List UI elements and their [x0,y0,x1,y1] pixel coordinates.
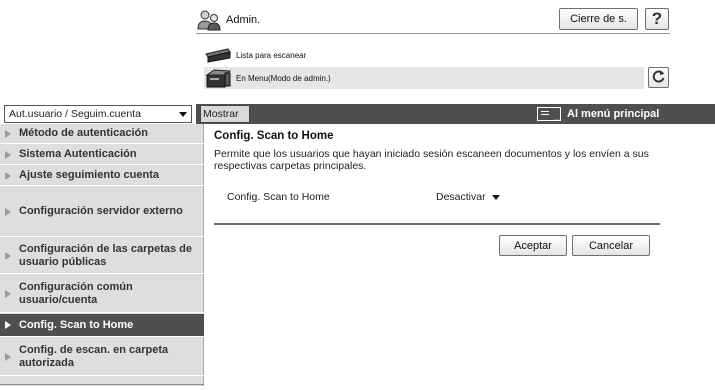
sidebar-item-label: Config. de escan. en carpeta autorizada [19,343,169,369]
ok-button[interactable]: Aceptar [499,235,567,256]
refresh-button[interactable] [648,67,669,88]
sidebar: Método de autenticación Sistema Autentic… [0,124,204,386]
mode-select-value: Aut.usuario / Seguim.cuenta [9,108,141,120]
chevron-down-icon [492,195,500,200]
sidebar-item-label: Config. Scan to Home [19,318,134,331]
triangle-right-icon [5,251,11,260]
scanner-status: Lista para escanear [204,44,504,66]
sidebar-item-label: Configuración servidor externo [19,205,183,217]
page-title: Config. Scan to Home [214,130,334,142]
printer-icon [204,69,232,88]
scanner-status-text: Lista para escanear [236,50,307,60]
sidebar-item-carpetas-publicas[interactable]: Configuración de las carpetas de usuario… [0,238,204,274]
sidebar-bottom-divider [0,384,204,385]
setting-label: Config. Scan to Home [227,191,330,203]
sidebar-item-servidor-externo[interactable]: Configuración servidor externo [0,187,204,237]
sidebar-item-label: Configuración de las carpetas de usuario… [19,242,192,268]
main-content: Config. Scan to Home Permite que los usu… [214,130,664,256]
main-menu-link[interactable]: Al menú principal [537,105,659,123]
show-button[interactable]: Mostrar [200,105,250,123]
chevron-down-icon [179,112,187,117]
admin-user-icon [196,9,222,31]
mode-select[interactable]: Aut.usuario / Seguim.cuenta [4,105,192,123]
toolbar: Aut.usuario / Seguim.cuenta Mostrar Al m… [0,104,715,124]
triangle-right-icon [5,207,11,216]
triangle-right-icon [5,289,11,298]
triangle-right-icon [5,352,11,361]
scan-to-home-select[interactable]: Desactivar [433,188,505,206]
sidebar-item-sistema-autenticacion[interactable]: Sistema Autenticación [0,145,204,165]
machine-status: En Menu(Modo de admin.) [204,67,644,89]
triangle-right-icon [5,150,11,159]
sidebar-item-label: Ajuste seguimiento cuenta [19,169,159,181]
page-description: Permite que los usuarios que hayan inici… [214,148,649,172]
sidebar-item-label: Configuración común usuario/cuenta [19,280,133,306]
sidebar-item-label: Método de autenticación [19,127,148,139]
machine-status-text: En Menu(Modo de admin.) [236,73,331,83]
cancel-button[interactable]: Cancelar [572,235,650,256]
user-name: Admin. [226,14,261,26]
triangle-right-icon [5,129,11,138]
sidebar-item-carpeta-autorizada[interactable]: Config. de escan. en carpeta autorizada [0,338,204,376]
sidebar-item-configuracion-comun[interactable]: Configuración común usuario/cuenta [0,275,204,313]
help-button[interactable]: ? [645,8,669,30]
scan-to-home-select-value: Desactivar [436,191,486,203]
main-menu-icon [537,107,561,123]
refresh-icon [651,69,666,87]
sidebar-item-ajuste-seguimiento[interactable]: Ajuste seguimiento cuenta [0,166,204,186]
header-divider [196,33,670,34]
sidebar-item-label: Sistema Autenticación [19,148,137,160]
user-info: Admin. [196,7,260,33]
scan-to-home-setting: Config. Scan to Home Desactivar [227,187,627,207]
sidebar-item-metodo-autenticacion[interactable]: Método de autenticación [0,124,204,144]
triangle-right-icon [5,171,11,180]
logout-button[interactable]: Cierre de s. [559,8,638,30]
triangle-right-icon [5,321,11,329]
main-menu-label: Al menú principal [567,108,660,120]
content-divider [214,223,660,225]
sidebar-item-scan-to-home[interactable]: Config. Scan to Home [0,314,204,337]
scanner-icon [204,46,232,64]
